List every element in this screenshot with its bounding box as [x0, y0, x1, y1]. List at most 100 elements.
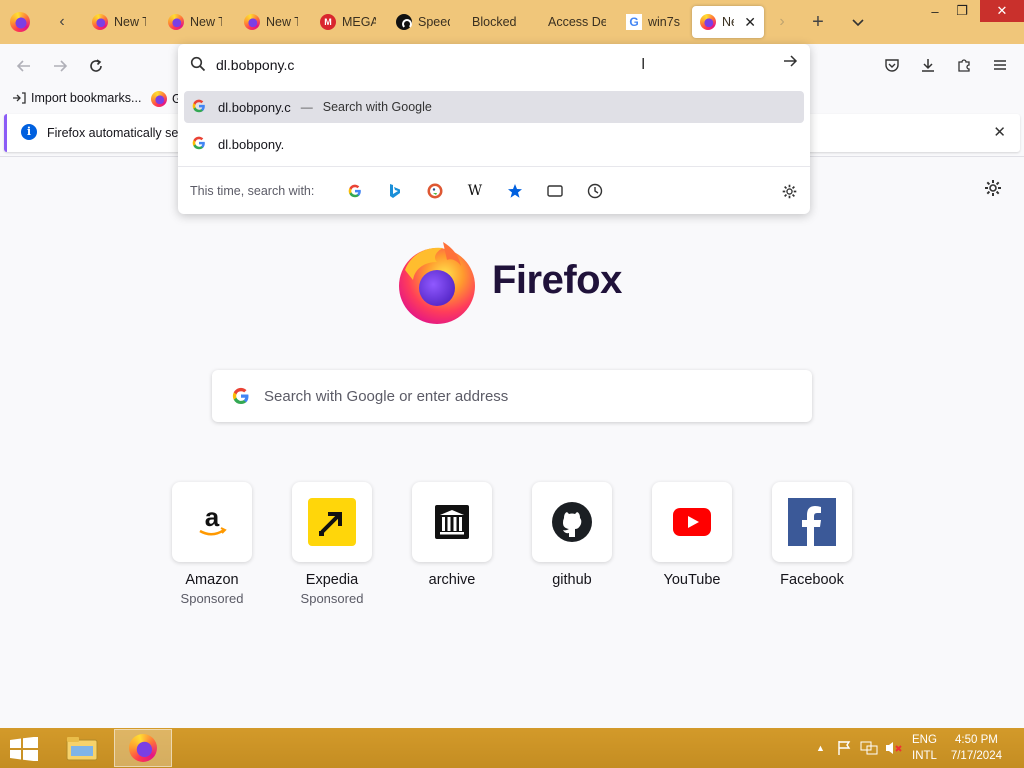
tab-new-tab-1[interactable]: New T: [84, 6, 154, 38]
suggestion-search-google[interactable]: dl.bobpony.c — Search with Google: [184, 91, 804, 123]
close-window-button[interactable]: ✕: [980, 0, 1024, 22]
tab-access-denied[interactable]: Access De: [540, 6, 614, 38]
shortcut-name: Amazon: [185, 572, 239, 588]
youtube-icon: [673, 508, 711, 536]
close-notification-button[interactable]: ✕: [993, 123, 1006, 141]
reload-button[interactable]: [84, 54, 108, 78]
shortcut-tile[interactable]: [652, 482, 732, 562]
extensions-button[interactable]: [953, 54, 975, 76]
shortcut-name: github: [552, 572, 592, 588]
input-language-indicator[interactable]: ENG INTL: [912, 732, 937, 764]
action-center-flag-icon[interactable]: [836, 740, 852, 759]
shortcut-tile[interactable]: a: [172, 482, 252, 562]
tab-speedtest[interactable]: Speed: [388, 6, 458, 38]
firefox-wordmark: Firefox: [492, 258, 622, 302]
list-all-tabs-button[interactable]: [848, 12, 868, 32]
downloads-button[interactable]: [917, 54, 939, 76]
tabs-search-button[interactable]: [546, 182, 564, 200]
shortcut-facebook[interactable]: Facebook: [772, 482, 852, 588]
text-cursor-icon: I: [641, 56, 646, 73]
chevron-down-icon: [852, 19, 864, 27]
tab-label: New T: [114, 15, 146, 29]
history-search-button[interactable]: [586, 182, 604, 200]
github-icon: [552, 502, 592, 542]
tab-mega[interactable]: M MEGA: [312, 6, 384, 38]
svg-text:a: a: [205, 502, 220, 532]
close-tab-icon[interactable]: ✕: [744, 14, 756, 31]
tab-new-tab-3[interactable]: New T: [236, 6, 306, 38]
tab-blocked[interactable]: Blocked: [464, 6, 534, 38]
forward-button[interactable]: [48, 54, 72, 78]
tab-label: win7s: [648, 15, 680, 29]
google-engine-button[interactable]: [346, 182, 364, 200]
suggestion-text: dl.bobpony.: [218, 136, 285, 152]
shortcut-expedia[interactable]: Expedia Sponsored: [292, 482, 372, 606]
firefox-taskbar-button[interactable]: [114, 729, 172, 767]
tab-label: Blocked: [472, 15, 517, 29]
show-hidden-icons-button[interactable]: ▲: [816, 743, 825, 753]
tab-active-new-tab[interactable]: Ne ✕: [692, 6, 764, 38]
newtab-search-input[interactable]: [264, 385, 784, 407]
url-bar-dropdown: I dl.bobpony.c — Search with Google dl.b…: [178, 44, 810, 214]
pocket-icon: [885, 59, 899, 72]
shortcut-tile[interactable]: [292, 482, 372, 562]
restore-button[interactable]: ❐: [947, 0, 977, 22]
scroll-tabs-right-button[interactable]: ›: [772, 12, 792, 32]
mega-icon: M: [320, 14, 336, 30]
windows-logo-icon: [10, 736, 38, 762]
shortcut-tile[interactable]: [532, 482, 612, 562]
search-settings-button[interactable]: [780, 182, 798, 200]
firefox-icon: [129, 734, 157, 762]
shortcut-tile[interactable]: [412, 482, 492, 562]
tab-label: New T: [190, 15, 222, 29]
back-button[interactable]: [12, 54, 36, 78]
file-explorer-taskbar-button[interactable]: [53, 729, 111, 767]
network-icon[interactable]: [860, 740, 878, 759]
language-code: ENG: [912, 734, 937, 746]
bing-icon: [390, 184, 400, 198]
shortcut-name: YouTube: [663, 572, 721, 588]
google-icon: [232, 387, 249, 405]
url-input[interactable]: [216, 55, 636, 75]
file-explorer-icon: [66, 737, 98, 761]
tab-win7s[interactable]: G win7s: [618, 6, 688, 38]
clock-date: 7/17/2024: [950, 750, 1002, 762]
personalize-newtab-button[interactable]: [983, 178, 1003, 201]
import-bookmarks-button[interactable]: Import bookmarks...: [12, 91, 141, 105]
bing-engine-button[interactable]: [386, 182, 404, 200]
new-tab-button[interactable]: +: [808, 11, 828, 33]
tabs-icon: [547, 185, 563, 197]
back-arrow-icon: [16, 60, 30, 72]
start-button[interactable]: [10, 736, 40, 762]
firefox-icon: [244, 14, 260, 30]
sponsored-label: Sponsored: [300, 591, 364, 606]
firefox-view-icon[interactable]: [10, 12, 30, 32]
volume-muted-icon[interactable]: [885, 740, 903, 759]
shortcut-archive[interactable]: archive: [412, 482, 492, 588]
go-button[interactable]: [782, 53, 798, 74]
system-clock[interactable]: 4:50 PM 7/17/2024: [951, 732, 1002, 764]
minimize-button[interactable]: –: [920, 0, 950, 22]
shortcut-youtube[interactable]: YouTube: [652, 482, 732, 588]
puzzle-icon: [958, 59, 970, 72]
shortcut-tile[interactable]: [772, 482, 852, 562]
search-icon: [190, 56, 206, 72]
notification-text: Firefox automatically sends some data to…: [47, 126, 182, 140]
newtab-search-box[interactable]: [212, 370, 812, 422]
tab-new-tab-2[interactable]: New T: [160, 6, 230, 38]
shortcut-name: archive: [428, 572, 476, 588]
shortcut-github[interactable]: github: [532, 482, 612, 588]
archive-icon: [435, 505, 469, 539]
facebook-icon: [788, 498, 836, 546]
keyboard-layout: INTL: [912, 750, 937, 762]
tab-label: MEGA: [342, 15, 376, 29]
shortcut-amazon[interactable]: a Amazon Sponsored: [172, 482, 252, 606]
app-menu-button[interactable]: [989, 54, 1011, 76]
pocket-button[interactable]: [881, 54, 903, 76]
duckduckgo-engine-button[interactable]: [426, 182, 444, 200]
wikipedia-engine-button[interactable]: W: [466, 182, 484, 200]
history-icon: [587, 183, 603, 199]
scroll-tabs-left-button[interactable]: ‹: [52, 12, 72, 32]
suggestion-google-completion[interactable]: dl.bobpony.: [184, 128, 804, 160]
bookmarks-search-button[interactable]: [506, 182, 524, 200]
